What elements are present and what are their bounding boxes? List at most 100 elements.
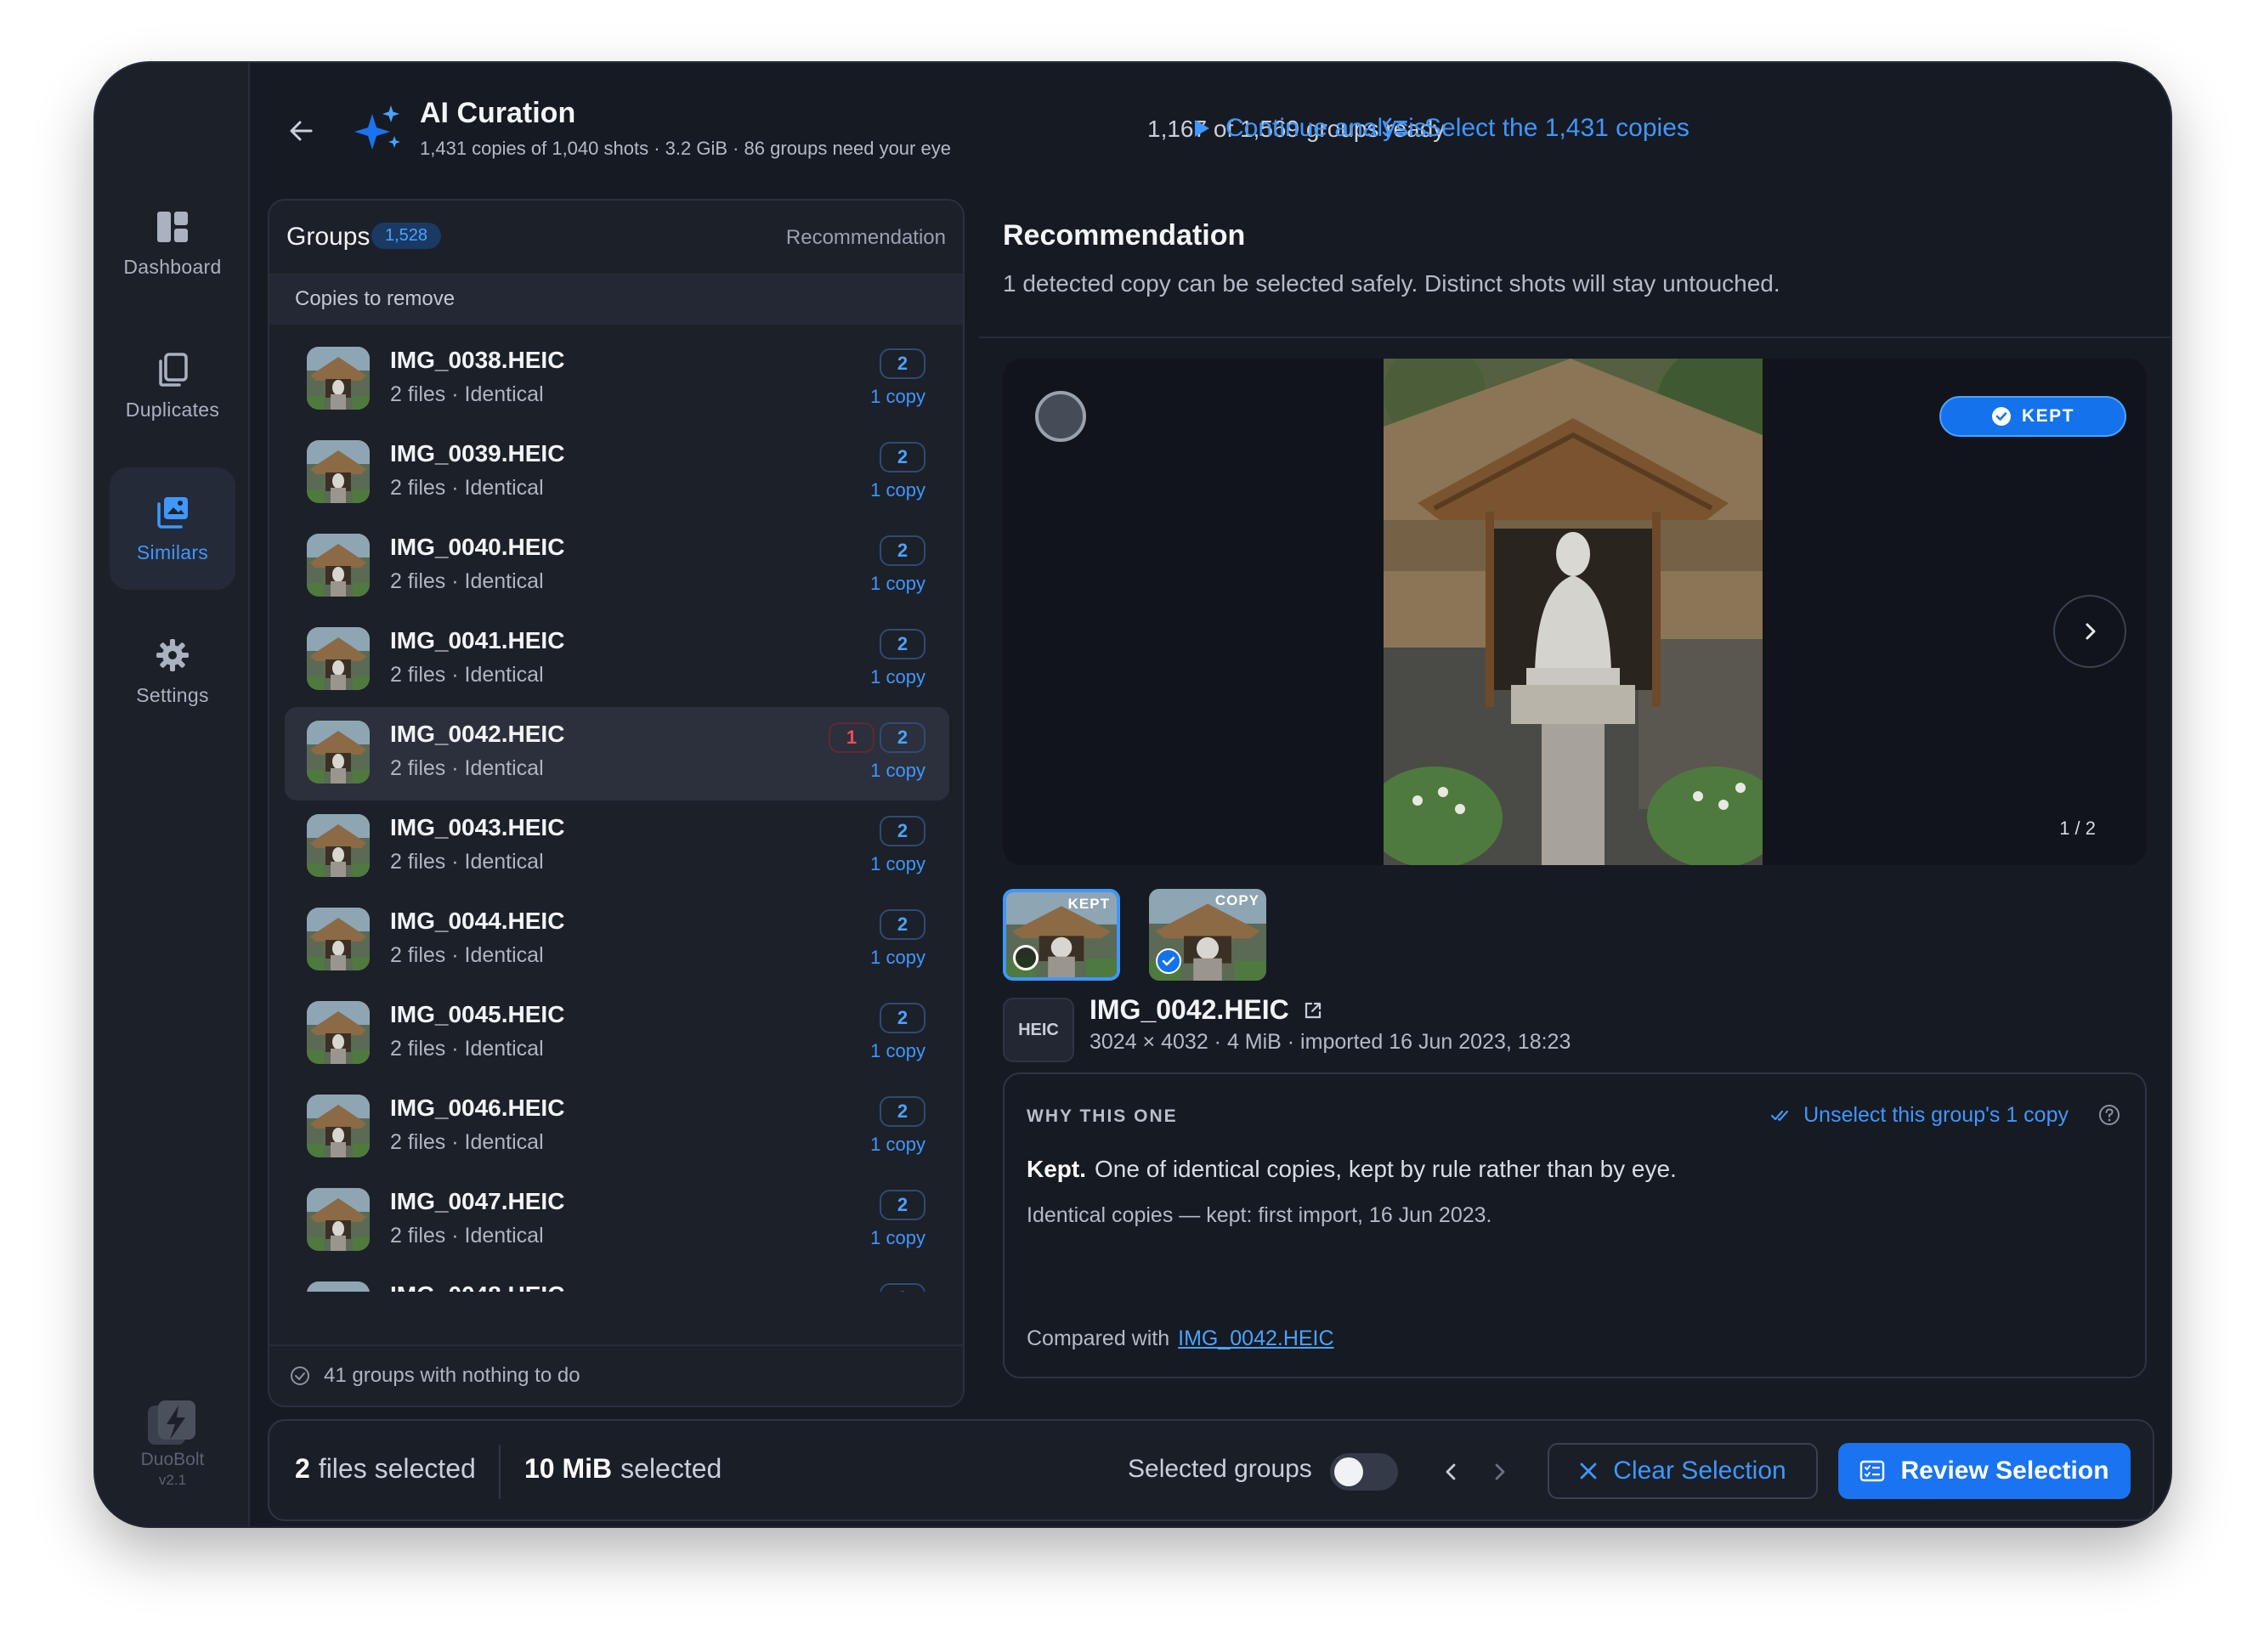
groups-footer: 41 groups with nothing to do xyxy=(269,1344,963,1406)
list-item[interactable]: IMG_0038.HEIC 2 files · Identical 2 1 co… xyxy=(285,333,949,427)
group-file-name: IMG_0048.HEIC xyxy=(390,1281,564,1292)
thumbnail-checkbox[interactable] xyxy=(1156,948,1181,974)
kept-badge-label: KEPT xyxy=(2021,406,2074,426)
group-file-name: IMG_0046.HEIC xyxy=(390,1095,565,1121)
file-name-label: IMG_0042.HEIC xyxy=(1090,994,1289,1025)
detail-pane: Recommendation 1 detected copy can be se… xyxy=(979,199,2171,1465)
external-link-icon[interactable] xyxy=(1303,1000,1323,1021)
list-item[interactable]: IMG_0039.HEIC 2 files · Identical 2 1 co… xyxy=(285,427,949,520)
sidebar-item-settings[interactable]: Settings xyxy=(110,610,235,733)
copies-count: 1 copy xyxy=(870,1227,925,1248)
photo-thumbnail xyxy=(307,1001,370,1064)
group-meta: 2 files · Identical xyxy=(390,1224,544,1247)
file-meta: 3024 × 4032 · 4 MiB · imported 16 Jun 20… xyxy=(1090,1030,1571,1054)
copies-count: 1 copy xyxy=(870,1134,925,1155)
files-count-badge: 2 xyxy=(880,629,925,659)
selection-bar: 2 files selected 10 MiB selected Selected … xyxy=(268,1419,2154,1521)
group-badges: 2 xyxy=(880,816,925,846)
unselect-group-button[interactable]: Unselect this group's 1 copy xyxy=(1771,1103,2069,1128)
compared-file-link[interactable]: IMG_0042.HEIC xyxy=(1178,1327,1333,1350)
group-badges: 2 xyxy=(880,909,925,940)
list-item-selected[interactable]: IMG_0042.HEIC 2 files · Identical 1 2 1 … xyxy=(285,707,949,801)
check-circle-icon xyxy=(291,1366,309,1385)
select-photo-radio[interactable] xyxy=(1035,391,1086,442)
group-meta: 2 files · Identical xyxy=(390,476,544,500)
files-count-badge: 2 xyxy=(880,348,925,379)
list-item[interactable]: IMG_0048.HEIC 2 xyxy=(285,1268,949,1292)
group-badges: 1 2 xyxy=(829,722,925,753)
photo-thumbnail xyxy=(307,721,370,784)
thumbnail-kept[interactable]: KEPT xyxy=(1003,889,1120,981)
sidebar-item-dashboard[interactable]: Dashboard xyxy=(110,182,235,304)
kept-badge: KEPT xyxy=(1939,396,2126,437)
selected-groups-toggle[interactable] xyxy=(1330,1453,1398,1491)
brand-name: DuoBolt xyxy=(140,1450,205,1469)
dashboard-icon xyxy=(157,211,188,242)
list-item[interactable]: IMG_0043.HEIC 2 files · Identical 2 1 co… xyxy=(285,801,949,894)
group-file-name: IMG_0041.HEIC xyxy=(390,627,565,653)
file-format-badge: HEIC xyxy=(1003,998,1074,1062)
similars-icon xyxy=(157,496,188,529)
photo-thumbnail xyxy=(307,440,370,503)
files-count-badge: 2 xyxy=(880,442,925,472)
files-count-badge: 2 xyxy=(880,816,925,846)
section-label: Copies to remove xyxy=(269,275,963,325)
groups-panel: Groups 1,528 Recommendation Copies to re… xyxy=(268,199,965,1407)
clear-selection-label: Clear Selection xyxy=(1613,1457,1786,1485)
thumbnail-radio[interactable] xyxy=(1013,945,1039,970)
list-item[interactable]: IMG_0040.HEIC 2 files · Identical 2 1 co… xyxy=(285,520,949,614)
group-badges: 2 xyxy=(880,1096,925,1127)
chevron-right-icon[interactable] xyxy=(1485,1457,1515,1487)
thumbnail-label: COPY xyxy=(1214,892,1259,908)
duplicates-icon xyxy=(159,352,188,387)
select-copies-button[interactable]: Select the 1,431 copies xyxy=(1382,114,1690,143)
photo-thumbnail xyxy=(307,1188,370,1251)
files-count-badge: 2 xyxy=(880,1096,925,1127)
photo-viewer: KEPT 1 / 2 xyxy=(1003,359,2147,865)
recommendation-column-label[interactable]: Recommendation xyxy=(786,226,946,250)
list-item[interactable]: IMG_0046.HEIC 2 files · Identical 2 1 co… xyxy=(285,1081,949,1174)
list-item[interactable]: IMG_0045.HEIC 2 files · Identical 2 1 co… xyxy=(285,987,949,1081)
file-name: IMG_0042.HEIC xyxy=(1090,994,1323,1026)
size-selected-value: 10 MiB xyxy=(524,1453,613,1484)
check-circle-icon xyxy=(1991,407,2011,426)
review-list-icon xyxy=(1860,1460,1885,1482)
group-meta: 2 files · Identical xyxy=(390,663,544,687)
play-icon xyxy=(1195,120,1209,137)
copies-count: 1 copy xyxy=(870,1040,925,1061)
close-icon xyxy=(1580,1462,1597,1479)
group-file-name: IMG_0047.HEIC xyxy=(390,1188,565,1214)
detail-subtitle: 1 detected copy can be selected safely. … xyxy=(1003,270,1780,297)
why-text: One of identical copies, kept by rule ra… xyxy=(1095,1156,1677,1182)
group-badges: 2 xyxy=(880,1003,925,1033)
review-selection-button[interactable]: Review Selection xyxy=(1838,1443,2131,1499)
next-photo-button[interactable] xyxy=(2053,595,2126,668)
help-icon[interactable] xyxy=(2097,1103,2121,1127)
groups-list[interactable]: IMG_0038.HEIC 2 files · Identical 2 1 co… xyxy=(269,326,963,1292)
sidebar-item-label: Settings xyxy=(136,683,209,706)
photo-thumbnail xyxy=(307,908,370,970)
photo-thumbnail xyxy=(307,1095,370,1157)
clear-selection-button[interactable]: Clear Selection xyxy=(1548,1443,1818,1499)
sidebar-item-duplicates[interactable]: Duplicates xyxy=(110,325,235,447)
group-badges: 2 xyxy=(880,535,925,566)
files-count-badge: 2 xyxy=(880,535,925,566)
gear-icon xyxy=(156,638,189,671)
copies-count: 1 copy xyxy=(870,479,925,501)
detail-title: Recommendation xyxy=(1003,219,1246,252)
group-badges: 2 xyxy=(880,348,925,379)
sidebar-item-similars[interactable]: Similars xyxy=(110,467,235,590)
size-selected: 10 MiB selected xyxy=(524,1453,722,1485)
list-item[interactable]: IMG_0047.HEIC 2 files · Identical 2 1 co… xyxy=(285,1174,949,1268)
back-arrow-icon[interactable] xyxy=(286,116,316,146)
why-summary: Kept. One of identical copies, kept by ru… xyxy=(1027,1156,1677,1183)
list-item[interactable]: IMG_0044.HEIC 2 files · Identical 2 1 co… xyxy=(285,894,949,987)
thumbnail-copy[interactable]: COPY xyxy=(1149,889,1266,981)
chevron-left-icon[interactable] xyxy=(1435,1457,1466,1487)
checklist-icon xyxy=(1382,117,1407,137)
thumbnail-label: KEPT xyxy=(1067,896,1110,912)
review-selection-label: Review Selection xyxy=(1900,1457,2109,1485)
groups-title: Groups xyxy=(286,223,371,251)
why-heading: WHY THIS ONE xyxy=(1027,1106,1178,1126)
list-item[interactable]: IMG_0041.HEIC 2 files · Identical 2 1 co… xyxy=(285,614,949,707)
